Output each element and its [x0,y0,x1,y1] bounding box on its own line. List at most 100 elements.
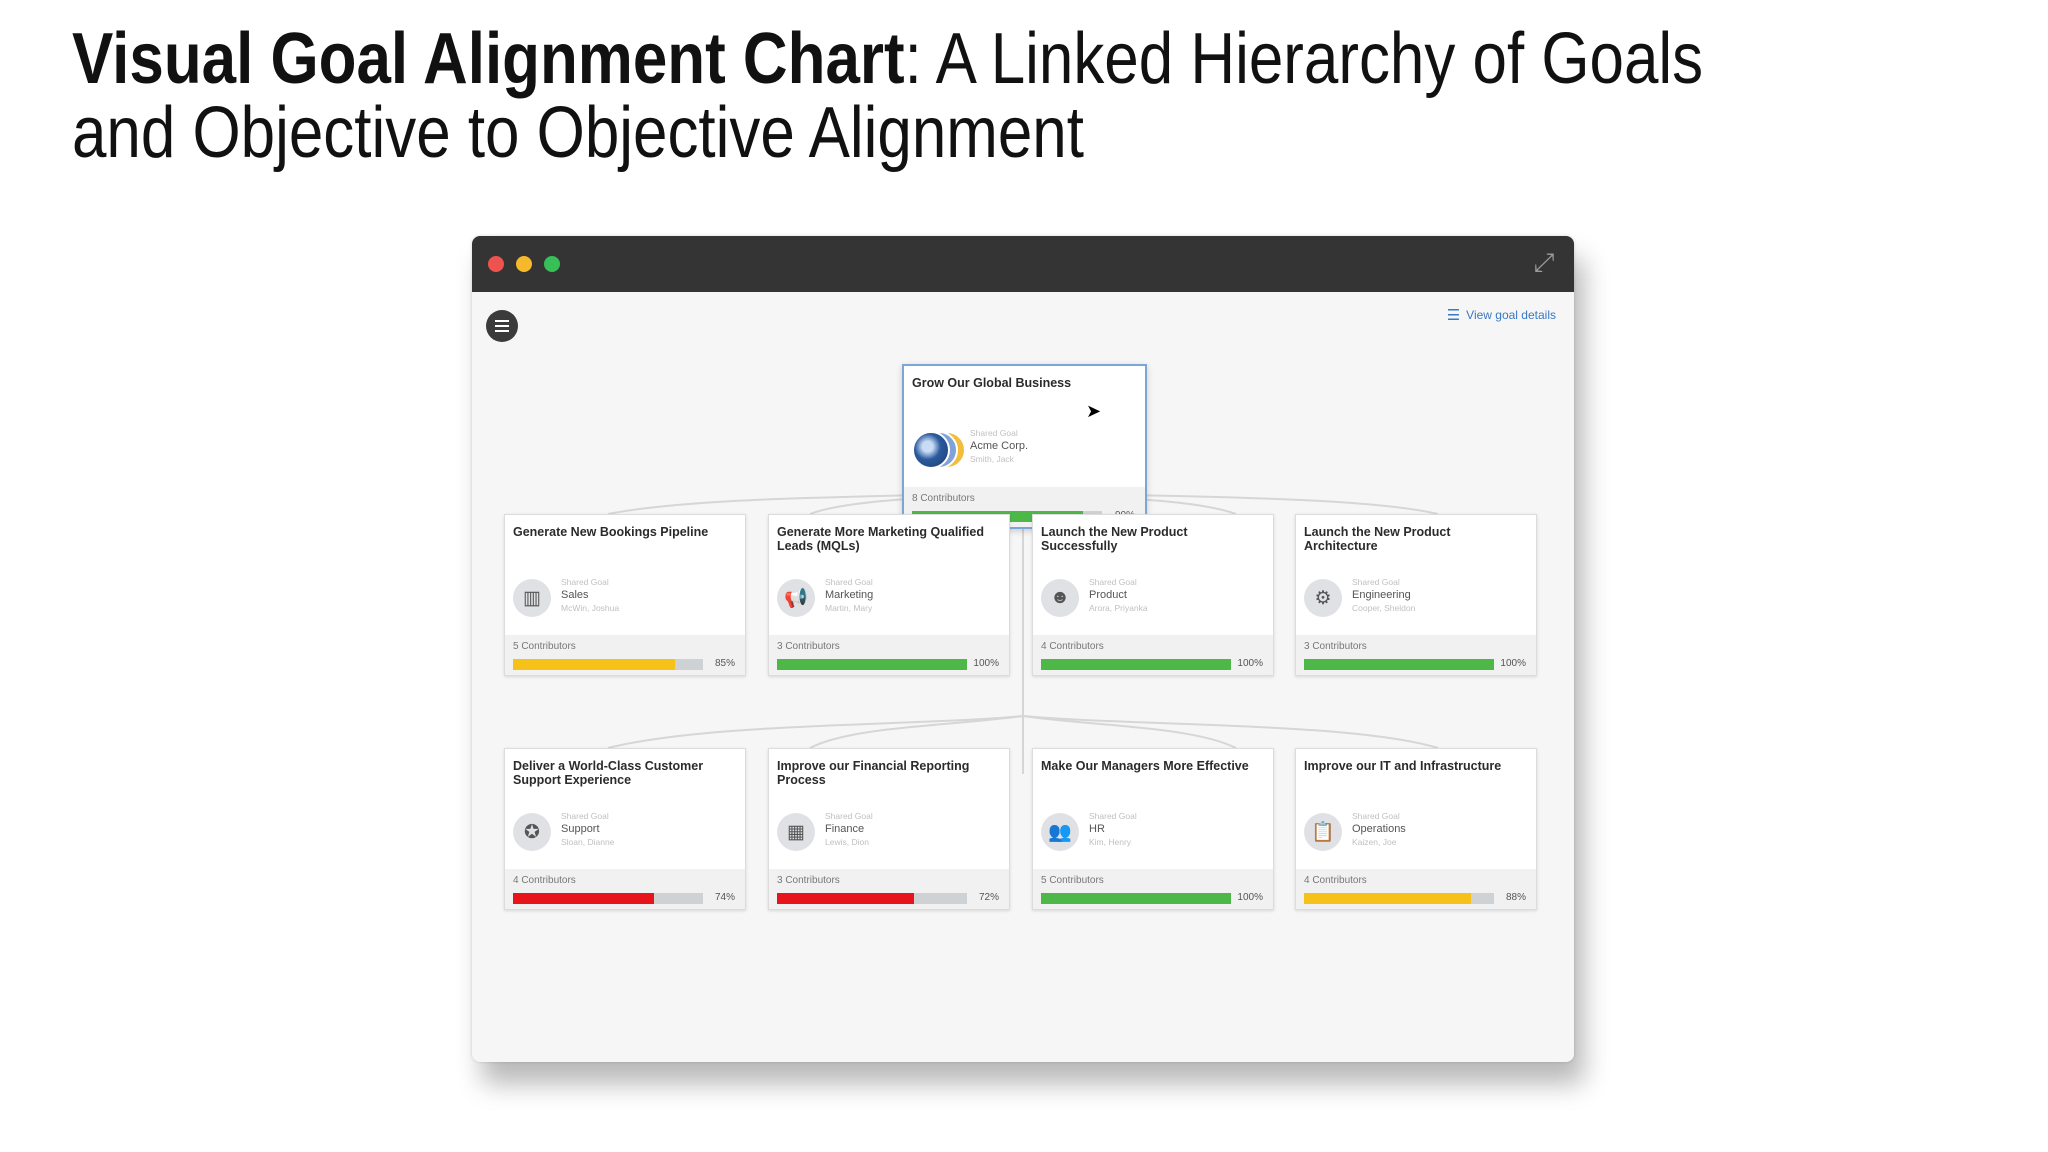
team-name: Sales [561,589,589,601]
clipboard-icon: 📋 [1304,813,1342,851]
team-name: Marketing [825,589,874,601]
goal-title: Launch the New Product Architecture [1304,525,1451,553]
owner-name: Kaizen, Joe [1352,837,1397,847]
team-name: Engineering [1352,589,1411,601]
goal-meta: Shared Goal Marketing Martin, Mary [825,577,873,614]
goal-title: Deliver a World-Class Customer Support E… [513,759,704,787]
shared-goal-label: Shared Goal [1089,577,1137,587]
maximize-window-button[interactable] [544,256,560,272]
team-name: HR [1089,823,1105,835]
goal-footer: 4 Contributors 100% [1033,635,1273,675]
progress-percent: 100% [1500,658,1526,669]
goal-meta: Shared Goal Operations Kaizen, Joe [1352,811,1406,848]
list-icon: ☰ [1446,307,1461,324]
contributors-count: 4 Contributors [1041,641,1104,652]
goal-card[interactable]: Generate New Bookings Pipeline ▥ Shared … [504,514,746,676]
progress-percent: 85% [714,658,735,669]
calculator-icon: ▦ [777,813,815,851]
progress-bar-fill [1304,659,1494,670]
goal-meta: Shared Goal Finance Lewis, Dion [825,811,873,848]
team-avatar-stack [912,428,968,472]
contributors-count: 4 Contributors [513,875,576,886]
progress-bar [777,659,967,670]
shared-goal-label: Shared Goal [1089,811,1137,821]
app-window: ⤢ ☰ View goal details Grow Our Global Bu… [472,236,1574,1062]
progress-percent: 74% [714,892,735,903]
view-goal-details-label: View goal details [1466,308,1556,322]
goal-card[interactable]: Make Our Managers More Effective 👥 Share… [1032,748,1274,910]
progress-bar [513,659,703,670]
slide-title-bold: Visual Goal Alignment Chart [72,19,905,99]
progress-bar [1041,893,1231,904]
progress-bar-fill [777,659,967,670]
goal-footer: 4 Contributors 74% [505,869,745,909]
goal-footer: 3 Contributors 72% [769,869,1009,909]
owner-name: Arora, Priyanka [1089,603,1148,613]
goal-card[interactable]: Deliver a World-Class Customer Support E… [504,748,746,910]
goal-title: Launch the New Product Successfully [1041,525,1188,553]
expand-icon[interactable]: ⤢ [1526,244,1562,280]
contributors-count: 4 Contributors [1304,875,1367,886]
shared-goal-label: Shared Goal [825,811,873,821]
megaphone-icon: 📢 [777,579,815,617]
goal-meta: Shared Goal Support Sloan, Dianne [561,811,614,848]
hamburger-menu-icon[interactable] [486,310,518,342]
goal-title: Improve our IT and Infrastructure [1304,759,1502,773]
goal-meta: Shared Goal HR Kim, Henry [1089,811,1137,848]
owner-name: Lewis, Dion [825,837,869,847]
owner-name: Cooper, Sheldon [1352,603,1416,613]
minimize-window-button[interactable] [516,256,532,272]
slide-title: Visual Goal Alignment Chart: A Linked Hi… [72,22,1706,170]
gears-icon: ⚙ [1304,579,1342,617]
owner-name: Martin, Mary [825,603,873,613]
goal-card[interactable]: Launch the New Product Successfully ☻ Sh… [1032,514,1274,676]
progress-bar-fill [777,893,914,904]
goal-title: Generate New Bookings Pipeline [513,525,709,539]
shared-goal-label: Shared Goal [561,577,609,587]
shared-goal-label: Shared Goal [561,811,609,821]
contributors-count: 5 Contributors [513,641,576,652]
goal-title: Grow Our Global Business [912,376,1072,390]
view-goal-details-link[interactable]: ☰ View goal details [1447,306,1556,324]
goal-title: Make Our Managers More Effective [1041,759,1249,773]
progress-bar-fill [513,893,654,904]
team-name: Support [561,823,600,835]
goal-meta: Shared Goal Acme Corp. Smith, Jack [970,428,1028,465]
team-name: Acme Corp. [970,440,1029,452]
progress-bar [1041,659,1231,670]
goal-meta: Shared Goal Engineering Cooper, Sheldon [1352,577,1415,614]
owner-name: Smith, Jack [970,454,1014,464]
progress-bar [513,893,703,904]
shared-goal-label: Shared Goal [970,428,1018,438]
progress-percent: 100% [973,658,999,669]
progress-percent: 100% [1237,658,1263,669]
goal-footer: 3 Contributors 100% [769,635,1009,675]
owner-name: Kim, Henry [1089,837,1132,847]
goal-meta: Shared Goal Product Arora, Priyanka [1089,577,1148,614]
contributors-count: 3 Contributors [1304,641,1367,652]
close-window-button[interactable] [488,256,504,272]
goal-title: Improve our Financial Reporting Process [777,759,970,787]
progress-percent: 100% [1237,892,1263,903]
goal-title: Generate More Marketing Qualified Leads … [777,525,984,553]
window-titlebar: ⤢ [472,236,1574,292]
support-badge-icon: ✪ [513,813,551,851]
team-name: Operations [1352,823,1406,835]
owner-name: Sloan, Dianne [561,837,615,847]
goal-card-root[interactable]: Grow Our Global Business Shared Goal Acm… [902,364,1147,529]
progress-percent: 88% [1505,892,1526,903]
owner-name: McWin, Joshua [561,603,620,613]
team-name: Finance [825,823,865,835]
shared-goal-label: Shared Goal [1352,811,1400,821]
goal-card[interactable]: Generate More Marketing Qualified Leads … [768,514,1010,676]
goal-card[interactable]: Improve our Financial Reporting Process … [768,748,1010,910]
progress-bar-fill [513,659,675,670]
progress-bar-fill [1041,659,1231,670]
goal-card[interactable]: Launch the New Product Architecture ⚙ Sh… [1295,514,1537,676]
shared-goal-label: Shared Goal [1352,577,1400,587]
shared-goal-label: Shared Goal [825,577,873,587]
goal-card[interactable]: Improve our IT and Infrastructure 📋 Shar… [1295,748,1537,910]
contributors-count: 3 Contributors [777,641,840,652]
contributors-count: 3 Contributors [777,875,840,886]
progress-bar [1304,659,1494,670]
